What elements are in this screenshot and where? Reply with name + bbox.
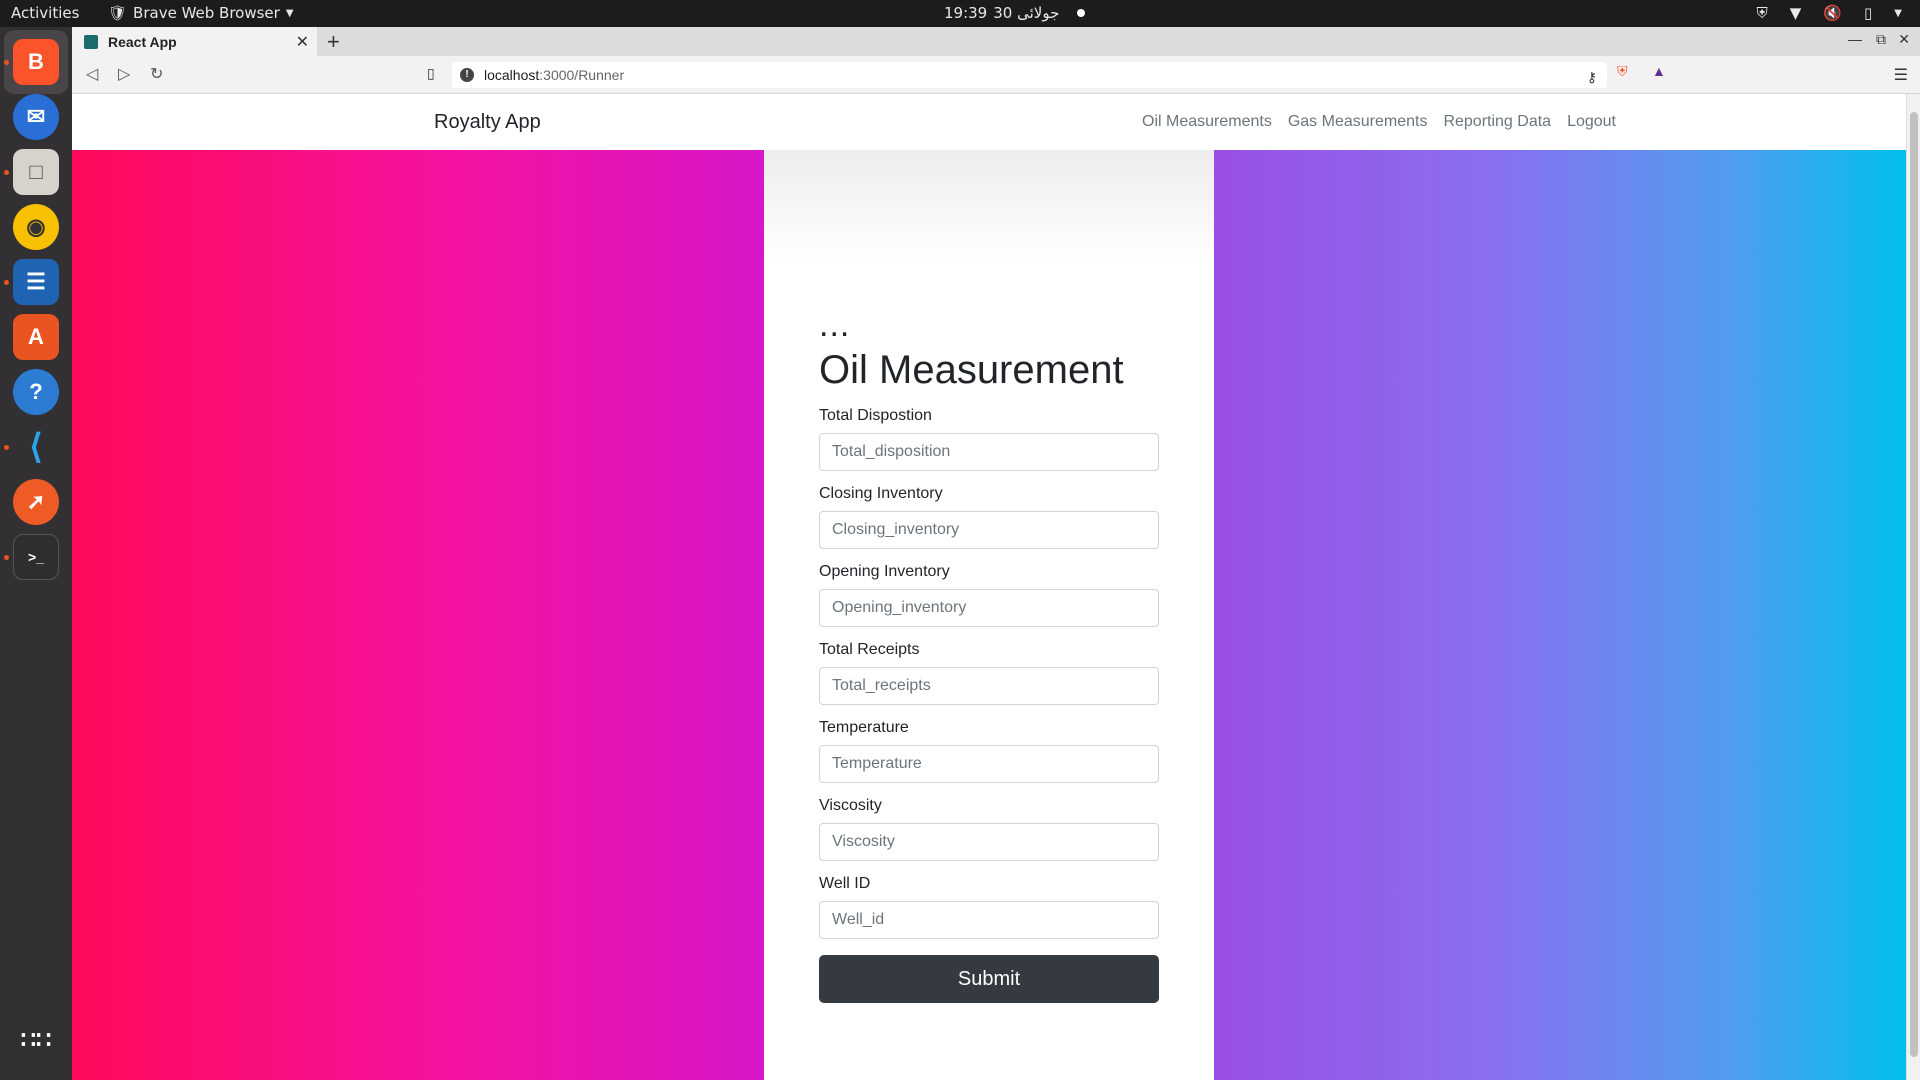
site-info-icon[interactable]: ! (460, 68, 474, 82)
hero-section: ... Oil Measurement Total Dispostion Clo… (72, 150, 1906, 1080)
field-temperature: Temperature (819, 719, 1159, 783)
bookmark-icon[interactable]: ▯ (427, 65, 435, 82)
caret-down-icon: ▼ (285, 7, 294, 19)
page-viewport: Royalty App Oil Measurements Gas Measure… (72, 94, 1906, 1080)
back-icon[interactable]: ◁ (86, 64, 98, 84)
app-center-icon[interactable]: A (13, 314, 59, 360)
restore-icon[interactable]: ⧉ (1876, 31, 1886, 48)
field-well-id: Well ID (819, 875, 1159, 939)
terminal-icon[interactable]: >_ (13, 534, 59, 580)
app-menu[interactable]: 🛡 Brave Web Browser ▼ (108, 4, 294, 22)
brave-small-icon: 🛡 (108, 4, 128, 22)
right-gradient-panel (1214, 150, 1906, 1080)
system-menu-caret-icon: ▼ (1894, 7, 1902, 19)
battery-icon: ▯ (1864, 4, 1873, 22)
nav-reporting-data[interactable]: Reporting Data (1443, 113, 1551, 131)
activities-button[interactable]: Activities (11, 4, 79, 22)
brave-rewards-icon[interactable]: ▲ (1652, 63, 1666, 79)
browser-toolbar: ◁ ▷ ↻ ▯ ! localhost :3000/Runner ⚷ ⛨ ▲ ☰ (72, 56, 1920, 94)
tab-react-app[interactable]: React App ✕ (72, 27, 317, 56)
system-tray[interactable]: ⛨ ▼ 🔇 ▯ ▼ (1757, 4, 1902, 22)
tab-strip: React App ✕ + — ⧉ ✕ (72, 27, 1920, 56)
thunderbird-icon[interactable]: ✉ (13, 94, 59, 140)
menu-icon[interactable]: ☰ (1894, 65, 1908, 85)
new-tab-button[interactable]: + (327, 29, 340, 55)
dock: B ✉ □ ◉ ☰ A ? ⟨ ➚ >_ ∷∷ (0, 27, 72, 1080)
field-label: Closing Inventory (819, 485, 943, 502)
show-apps-icon[interactable]: ∷∷ (13, 1017, 59, 1063)
field-label: Total Dispostion (819, 407, 932, 424)
opening-inventory-input[interactable] (819, 589, 1159, 627)
react-favicon-icon (84, 34, 98, 49)
field-viscosity: Viscosity (819, 797, 1159, 861)
submit-button[interactable]: Submit (819, 955, 1159, 1003)
form-panel: ... Oil Measurement Total Dispostion Clo… (764, 150, 1214, 1080)
field-closing-inventory: Closing Inventory (819, 485, 1159, 549)
nav-oil-measurements[interactable]: Oil Measurements (1142, 113, 1272, 131)
clock[interactable]: 19:39 30 جولائی (944, 4, 1086, 22)
window-close-icon[interactable]: ✕ (1898, 31, 1910, 48)
url-path: :3000/Runner (539, 67, 625, 83)
wifi-icon: ▼ (1789, 4, 1802, 22)
key-icon[interactable]: ⚷ (1587, 69, 1597, 86)
total-disposition-input[interactable] (819, 433, 1159, 471)
url-host: localhost (484, 67, 540, 83)
field-label: Temperature (819, 719, 909, 736)
brave-icon[interactable]: B (13, 39, 59, 85)
running-indicator (4, 60, 9, 65)
tab-title: React App (108, 33, 177, 50)
forward-icon[interactable]: ▷ (118, 64, 130, 84)
help-icon[interactable]: ? (13, 369, 59, 415)
rhythmbox-icon[interactable]: ◉ (13, 204, 59, 250)
well-id-input[interactable] (819, 901, 1159, 939)
clock-date: 30 جولائی (993, 4, 1060, 22)
brand-link[interactable]: Royalty App (434, 111, 541, 134)
field-label: Total Receipts (819, 641, 920, 658)
app-menu-label: Brave Web Browser (133, 4, 280, 22)
temperature-input[interactable] (819, 745, 1159, 783)
field-total-disposition: Total Dispostion (819, 407, 1159, 471)
shield-icon: ⛨ (1756, 4, 1768, 22)
field-label: Viscosity (819, 797, 882, 814)
tab-close-icon[interactable]: ✕ (296, 32, 309, 52)
running-indicator (4, 445, 9, 450)
field-label: Opening Inventory (819, 563, 950, 580)
field-total-receipts: Total Receipts (819, 641, 1159, 705)
nav-logout[interactable]: Logout (1567, 113, 1616, 131)
volume-icon: 🔇 (1823, 4, 1843, 22)
app-navbar: Royalty App Oil Measurements Gas Measure… (72, 94, 1906, 150)
clock-time: 19:39 (944, 4, 988, 22)
running-indicator (4, 170, 9, 175)
field-opening-inventory: Opening Inventory (819, 563, 1159, 627)
field-label: Well ID (819, 875, 871, 892)
postman-icon[interactable]: ➚ (13, 479, 59, 525)
reload-icon[interactable]: ↻ (150, 64, 163, 84)
loading-ellipsis: ... (819, 306, 851, 344)
viscosity-input[interactable] (819, 823, 1159, 861)
running-indicator (4, 555, 9, 560)
writer-icon[interactable]: ☰ (13, 259, 59, 305)
running-indicator (4, 280, 9, 285)
total-receipts-input[interactable] (819, 667, 1159, 705)
page-scrollbar[interactable] (1906, 94, 1920, 1080)
vscode-icon[interactable]: ⟨ (13, 424, 59, 470)
nav-links: Oil Measurements Gas Measurements Report… (1142, 113, 1616, 131)
browser-window: React App ✕ + — ⧉ ✕ ◁ ▷ ↻ ▯ ! localhost … (72, 27, 1920, 1080)
form-title: Oil Measurement (819, 348, 1124, 392)
nav-gas-measurements[interactable]: Gas Measurements (1288, 113, 1428, 131)
scrollbar-thumb[interactable] (1910, 112, 1918, 1057)
notification-dot-icon (1077, 9, 1086, 17)
brave-shields-icon[interactable]: ⛨ (1617, 63, 1628, 80)
minimize-icon[interactable]: — (1848, 31, 1862, 47)
files-icon[interactable]: □ (13, 149, 59, 195)
oil-measurement-form: ... Oil Measurement Total Dispostion Clo… (819, 306, 1159, 1003)
left-gradient-panel (72, 150, 764, 1080)
address-bar[interactable]: ! localhost :3000/Runner ⚷ (452, 62, 1607, 88)
closing-inventory-input[interactable] (819, 511, 1159, 549)
system-top-bar: Activities 🛡 Brave Web Browser ▼ 19:39 3… (0, 0, 1920, 27)
